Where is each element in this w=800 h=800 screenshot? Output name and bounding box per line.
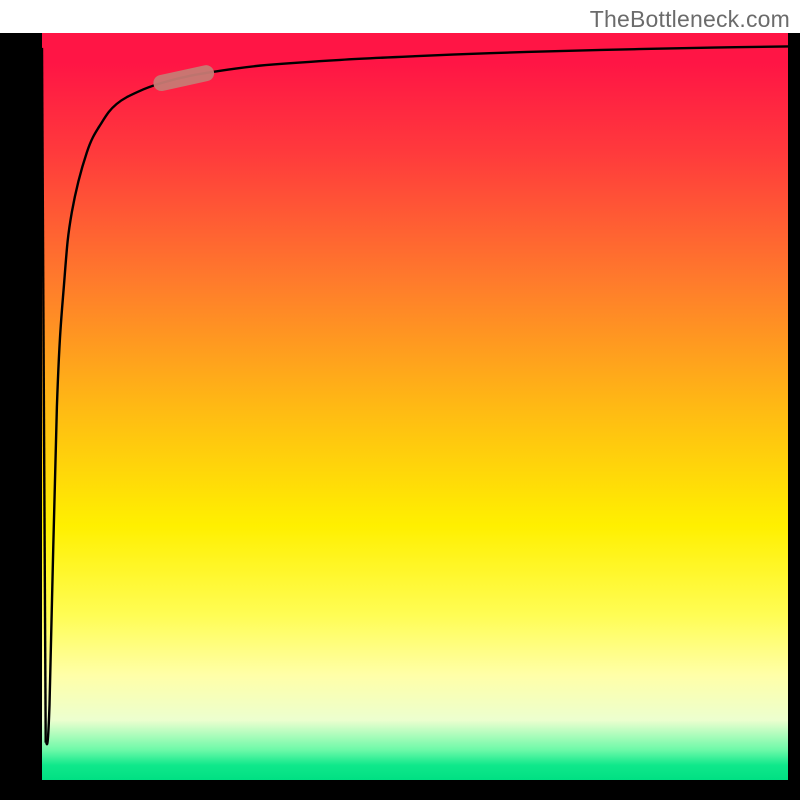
axis-border-bottom xyxy=(0,780,800,800)
axis-border-left xyxy=(0,33,42,800)
highlight-capsule xyxy=(161,73,206,83)
curve-initial-spike xyxy=(42,48,46,743)
curve-main xyxy=(46,46,788,744)
axis-border-right xyxy=(788,33,800,800)
chart-frame: TheBottleneck.com xyxy=(0,0,800,800)
plot-area xyxy=(42,33,788,780)
watermark-text: TheBottleneck.com xyxy=(590,6,790,33)
curve-svg xyxy=(42,33,788,780)
